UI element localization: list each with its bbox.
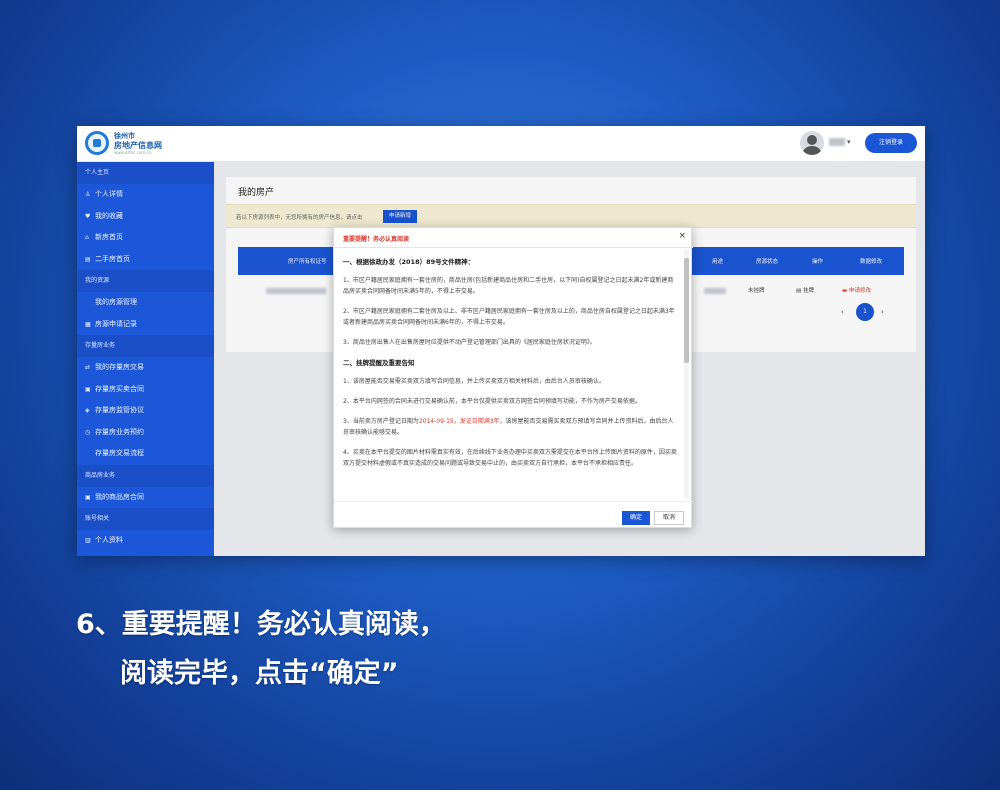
- sidebar-group-title: 我的资源: [77, 270, 214, 292]
- sidebar-item-label: 存量房业务预约: [95, 427, 144, 436]
- sidebar-item-label: 个人资料: [95, 536, 123, 544]
- sidebar-item[interactable]: ▦ 房源申请记录: [77, 314, 214, 336]
- dialog-title: 重要提醒！务必认真阅读: [343, 236, 410, 243]
- document-icon: ▤: [85, 255, 91, 263]
- clock-icon: ◷: [85, 428, 91, 436]
- paragraph: 3、商品住房出售人在出售房屋时应提供不动产登记管理部门出具的《居民家庭住房状况证…: [343, 339, 596, 346]
- caption-line-1: 6、重要提醒！务必认真阅读，: [76, 609, 446, 640]
- sidebar-item[interactable]: 我的房源管理: [77, 292, 214, 314]
- sidebar-item[interactable]: ▤ 二手房首页: [77, 249, 214, 271]
- heart-icon: ♥: [85, 212, 91, 220]
- username-blurred[interactable]: [829, 138, 845, 146]
- paragraph: 3、当前卖方房产登记日期为2014-09-15，发证日期满3年，该房屋能否交易需…: [343, 416, 677, 438]
- sidebar-item-label: 新房首页: [95, 233, 123, 241]
- sidebar-item[interactable]: ▣ 我的商品房合同: [77, 487, 214, 509]
- logout-icon: ⇥: [85, 552, 95, 557]
- sidebar-item-label: 我的商品房合同: [95, 492, 144, 501]
- sidebar-item-label: 我的房源管理: [95, 298, 137, 306]
- dialog-body: 一、根据徐政办发（2018）89号文件精神： 1、市区户籍居民家庭拥有一套住房的…: [334, 248, 693, 501]
- sidebar-item-label: 房源申请记录: [95, 319, 137, 328]
- shield-icon: ◈: [85, 407, 90, 414]
- sidebar-item[interactable]: ◷ 存量房业务预约: [77, 422, 214, 444]
- sidebar-item-label: 存量房买卖合同: [95, 384, 144, 393]
- paragraph: 1、该房屋能否交易需买卖双方填写合同信息，并上传买卖双方相关材料后，由后台人员审…: [343, 378, 605, 385]
- paragraph: 2、本平台内网签的合同未进行交易确认前，本平台仅提供买卖双方网签合同预填写功能，…: [343, 398, 641, 405]
- sidebar-item-label: 存量房监管协议: [95, 406, 144, 414]
- sidebar-item[interactable]: 存量房交易流程: [77, 443, 214, 465]
- profile-icon: ▥: [85, 537, 91, 544]
- sidebar-group-title: 商品房业务: [77, 464, 214, 487]
- paragraph: 1、市区户籍居民家庭拥有一套住房的，商品住房(包括新建商品住房和二手住房，以下同…: [343, 277, 674, 295]
- browser-screenshot: 徐州市 房地产信息网 www.xzfdc.com.cn ▾ 注销登录 个人主页 ♙…: [77, 126, 925, 556]
- sidebar-item[interactable]: ⌂ 新房首页: [77, 227, 214, 249]
- site-logo[interactable]: 徐州市 房地产信息网 www.xzfdc.com.cn: [85, 131, 175, 157]
- sidebar-item-label: 我的存量房交易: [95, 363, 144, 371]
- contract-icon: ▣: [85, 385, 91, 393]
- scrollbar-thumb[interactable]: [684, 258, 689, 363]
- sidebar-item-label: 个人详情: [95, 190, 123, 198]
- sidebar-item-label: 存量房交易流程: [95, 449, 144, 457]
- exchange-icon: ⇄: [85, 364, 91, 371]
- section-heading-2: 二、挂牌提醒及重要告知: [343, 359, 415, 367]
- logo-mark-icon: [85, 131, 109, 155]
- list-icon: ▦: [85, 320, 91, 328]
- paragraph-text: 3、当前卖方房产登记日期为: [343, 418, 419, 425]
- cancel-button[interactable]: 取消: [654, 511, 684, 525]
- sidebar-item[interactable]: ⇥注销: [77, 552, 214, 557]
- important-notice-dialog: 重要提醒！务必认真阅读 × 一、根据徐政办发（2018）89号文件精神： 1、市…: [333, 227, 693, 529]
- caption-line-2: 阅读完毕，点击“确定”: [120, 658, 399, 689]
- confirm-button[interactable]: 确定: [622, 511, 650, 525]
- sidebar-item[interactable]: ▣ 存量房买卖合同: [77, 379, 214, 401]
- chevron-down-icon[interactable]: ▾: [847, 138, 851, 146]
- contract-icon: ▣: [85, 493, 91, 501]
- section-heading-1: 一、根据徐政办发（2018）89号文件精神：: [343, 258, 475, 266]
- sidebar-item[interactable]: ◈ 存量房监管协议: [77, 400, 214, 422]
- sidebar-group-title: 账号相关: [77, 508, 214, 530]
- sidebar-group-title: 存量房业务: [77, 335, 214, 357]
- close-icon[interactable]: ×: [678, 231, 686, 241]
- highlight-date: 2014-09-15，发证日期满3年: [418, 418, 500, 425]
- sidebar: 个人主页 ♙ 个人详情 ♥ 我的收藏 ⌂ 新房首页 ▤ 二手房首页我的资源我的房源管理 ▦ 房源申请…: [77, 162, 214, 556]
- sidebar-item[interactable]: ⇄ 我的存量房交易: [77, 357, 214, 379]
- dialog-footer: 确定 取消: [334, 501, 693, 529]
- sidebar-item[interactable]: ♥ 我的收藏: [77, 206, 214, 228]
- paragraph: 4、买卖在本平台提交的图片材料需真实有效，在后续线下业务办理中买卖双方需提交在本…: [343, 449, 677, 467]
- top-bar: 徐州市 房地产信息网 www.xzfdc.com.cn ▾ 注销登录: [77, 126, 925, 162]
- logout-button[interactable]: 注销登录: [865, 133, 917, 153]
- paragraph: 2、市区户籍居民家庭拥有二套住房及以上、非市区户籍居民家庭拥有一套住房及以上的，…: [343, 308, 675, 326]
- sidebar-group-title: 个人主页: [77, 162, 214, 184]
- dialog-header: 重要提醒！务必认真阅读 ×: [334, 228, 693, 248]
- home-icon: ⌂: [85, 234, 89, 241]
- sidebar-item-label: 二手房首页: [95, 254, 130, 263]
- user-icon: ♙: [85, 191, 91, 198]
- avatar[interactable]: [800, 131, 824, 155]
- logo-url: www.xzfdc.com.cn: [114, 150, 152, 155]
- sidebar-item-label: 我的收藏: [95, 211, 123, 220]
- sidebar-item[interactable]: ▥ 个人资料: [77, 530, 214, 552]
- sidebar-item[interactable]: ♙ 个人详情: [77, 184, 214, 206]
